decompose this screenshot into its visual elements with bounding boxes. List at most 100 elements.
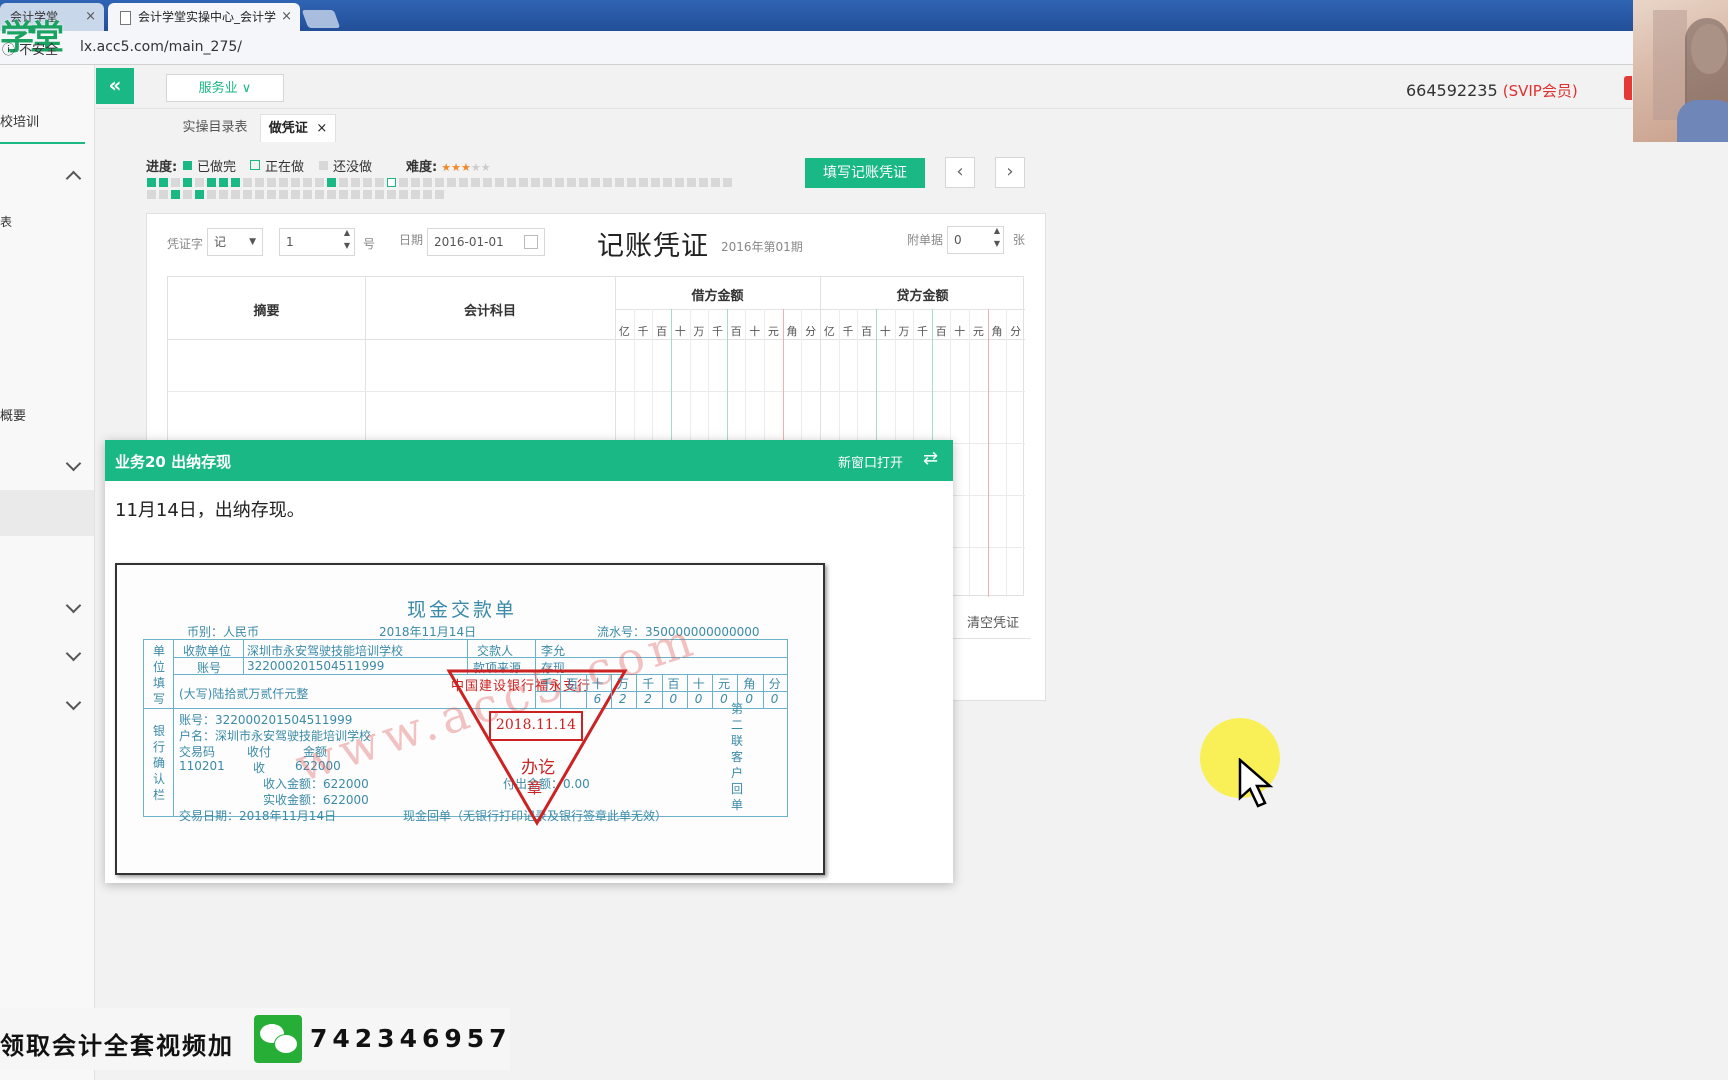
progress-cell[interactable] — [411, 178, 420, 187]
tab-practice-catalog[interactable]: 实操目录表 — [170, 114, 260, 142]
progress-cell[interactable] — [375, 178, 384, 187]
close-tab-icon[interactable]: × — [316, 121, 327, 136]
progress-cell[interactable] — [327, 190, 336, 199]
collapse-sidebar-button[interactable]: « — [96, 68, 134, 104]
progress-cell[interactable] — [231, 178, 240, 187]
progress-cell[interactable] — [351, 178, 360, 187]
progress-cell[interactable] — [303, 178, 312, 187]
progress-cell[interactable] — [171, 178, 180, 187]
progress-cell[interactable] — [531, 178, 540, 187]
chevron-down-icon[interactable] — [65, 597, 82, 614]
close-tab-icon[interactable]: × — [281, 3, 292, 31]
progress-cell[interactable] — [183, 190, 192, 199]
progress-cell[interactable] — [291, 178, 300, 187]
progress-cell[interactable] — [255, 190, 264, 199]
progress-cell[interactable] — [615, 178, 624, 187]
progress-cell[interactable] — [711, 178, 720, 187]
sidebar-item-table[interactable]: 表 — [0, 213, 12, 230]
progress-cell[interactable] — [483, 178, 492, 187]
progress-cell[interactable] — [159, 178, 168, 187]
progress-cell[interactable] — [303, 190, 312, 199]
progress-cell[interactable] — [675, 178, 684, 187]
progress-cell[interactable] — [243, 190, 252, 199]
progress-cell[interactable] — [147, 178, 156, 187]
progress-cell[interactable] — [219, 190, 228, 199]
progress-cell[interactable] — [399, 190, 408, 199]
stepper-arrows-icon[interactable]: ▲ ▼ — [344, 226, 350, 252]
progress-cell[interactable] — [723, 178, 732, 187]
progress-cell[interactable] — [183, 178, 192, 187]
chevron-down-icon[interactable] — [65, 694, 82, 711]
progress-cell[interactable] — [339, 190, 348, 199]
progress-cell[interactable] — [375, 190, 384, 199]
progress-cell[interactable] — [687, 178, 696, 187]
progress-cell[interactable] — [207, 190, 216, 199]
progress-cell[interactable] — [579, 178, 588, 187]
new-tab-button[interactable] — [301, 10, 341, 28]
browser-tab-active[interactable]: 会计学堂实操中心_会计学 × — [108, 3, 300, 31]
sidebar-item-overview[interactable]: 概要 — [0, 405, 26, 424]
notification-tab[interactable] — [1624, 76, 1632, 100]
progress-cell[interactable] — [315, 190, 324, 199]
sidebar-item-selected[interactable] — [0, 490, 94, 536]
progress-cell[interactable] — [699, 178, 708, 187]
chevron-up-icon[interactable] — [65, 170, 82, 187]
progress-cell[interactable] — [219, 178, 228, 187]
progress-cell[interactable] — [435, 190, 444, 199]
progress-cell[interactable] — [279, 190, 288, 199]
progress-cell[interactable] — [363, 190, 372, 199]
calendar-icon[interactable] — [524, 235, 538, 249]
progress-cell[interactable] — [231, 190, 240, 199]
open-new-window-link[interactable]: 新窗口打开 — [838, 452, 903, 471]
progress-cell[interactable] — [639, 178, 648, 187]
stepper-arrows-icon[interactable]: ▲ ▼ — [994, 224, 1000, 250]
chevron-down-icon[interactable] — [65, 645, 82, 662]
progress-cell[interactable] — [387, 178, 396, 187]
progress-cell[interactable] — [195, 178, 204, 187]
progress-cell[interactable] — [279, 178, 288, 187]
address-bar[interactable] — [0, 31, 1728, 65]
progress-cell[interactable] — [351, 190, 360, 199]
progress-cell[interactable] — [387, 190, 396, 199]
progress-cell[interactable] — [627, 178, 636, 187]
progress-cell[interactable] — [243, 178, 252, 187]
progress-cell[interactable] — [495, 178, 504, 187]
progress-cell[interactable] — [315, 178, 324, 187]
progress-cell[interactable] — [339, 178, 348, 187]
progress-cell[interactable] — [663, 178, 672, 187]
progress-cell[interactable] — [195, 190, 204, 199]
clear-voucher-button[interactable]: 清空凭证 — [967, 612, 1019, 631]
progress-cell[interactable] — [459, 178, 468, 187]
next-button[interactable]: › — [995, 157, 1025, 188]
progress-cell[interactable] — [255, 178, 264, 187]
sidebar-item-training[interactable]: 校培训 — [0, 111, 39, 130]
progress-cell[interactable] — [267, 190, 276, 199]
prev-button[interactable]: ‹ — [945, 157, 975, 188]
progress-cell[interactable] — [603, 178, 612, 187]
progress-cell[interactable] — [207, 178, 216, 187]
security-indicator[interactable]: ⓘ 不安全 — [2, 39, 58, 58]
progress-cell[interactable] — [543, 178, 552, 187]
close-tab-icon[interactable]: × — [85, 3, 96, 31]
swap-icon[interactable]: ⇄ — [923, 448, 938, 469]
progress-cell[interactable] — [507, 178, 516, 187]
voucher-number-stepper[interactable]: 1 ▲ ▼ — [279, 228, 355, 256]
progress-cell[interactable] — [291, 190, 300, 199]
tab-make-voucher[interactable]: 做凭证 × — [260, 114, 336, 142]
fill-voucher-button[interactable]: 填写记账凭证 — [805, 158, 925, 188]
industry-dropdown[interactable]: 服务业 ∨ — [166, 74, 284, 102]
voucher-word-select[interactable]: 记 ▼ — [207, 228, 263, 256]
progress-cell[interactable] — [555, 178, 564, 187]
progress-cell[interactable] — [147, 190, 156, 199]
progress-cell[interactable] — [267, 178, 276, 187]
progress-cell[interactable] — [591, 178, 600, 187]
progress-cell[interactable] — [435, 178, 444, 187]
progress-cell[interactable] — [411, 190, 420, 199]
date-field[interactable]: 2016-01-01 — [427, 228, 545, 256]
progress-cell[interactable] — [423, 190, 432, 199]
progress-cell[interactable] — [447, 178, 456, 187]
progress-cell[interactable] — [363, 178, 372, 187]
chevron-down-icon[interactable] — [65, 455, 82, 472]
url-text[interactable]: lx.acc5.com/main_275/ — [80, 39, 242, 55]
progress-cell[interactable] — [327, 178, 336, 187]
